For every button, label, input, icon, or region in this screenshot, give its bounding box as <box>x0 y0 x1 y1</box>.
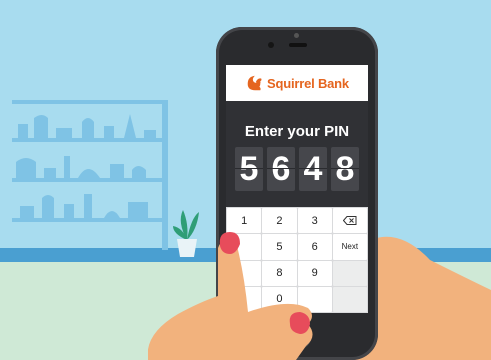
brand-name: Squirrel Bank <box>267 75 349 91</box>
scene: Squirrel Bank Enter your PIN 5 6 4 8 1 2… <box>0 0 491 360</box>
front-camera-icon <box>294 33 299 38</box>
key-3[interactable]: 3 <box>297 208 332 234</box>
brand-header: Squirrel Bank <box>226 65 368 101</box>
squirrel-icon <box>247 75 262 91</box>
pin-digits: 5 6 4 8 <box>235 147 359 191</box>
background-shelf <box>12 100 168 250</box>
pin-digit-2: 6 <box>267 147 295 191</box>
left-hand-pressing <box>148 232 313 360</box>
sensor-icon <box>268 42 274 48</box>
pin-digit-3: 4 <box>299 147 327 191</box>
backspace-icon <box>342 216 357 226</box>
key-2[interactable]: 2 <box>262 208 297 234</box>
pin-prompt-title: Enter your PIN <box>244 123 350 140</box>
pin-digit-1: 5 <box>235 147 263 191</box>
backspace-button[interactable] <box>332 208 367 234</box>
pin-digit-4: 8 <box>331 147 359 191</box>
speaker-grille <box>289 43 307 47</box>
key-1[interactable]: 1 <box>227 208 262 234</box>
